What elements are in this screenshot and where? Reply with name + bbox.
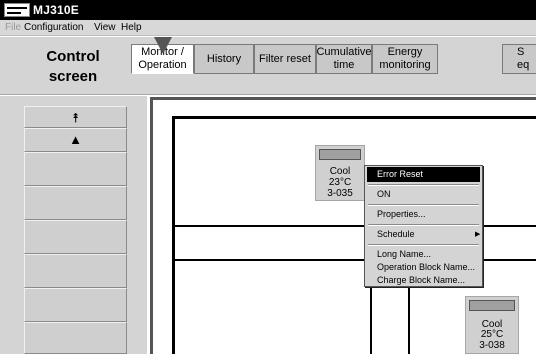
tab-label-line1: Energy bbox=[387, 46, 423, 58]
control-screen-line2: screen bbox=[48, 68, 98, 85]
tab-energy-monitoring[interactable]: Energy monitoring bbox=[372, 44, 438, 74]
menu-help[interactable]: Help bbox=[121, 20, 142, 36]
tab-label-line1: S bbox=[517, 46, 525, 58]
tab-label-line2: eq bbox=[517, 59, 530, 71]
scroll-top-button[interactable]: ⯭ bbox=[24, 106, 127, 128]
app-icon bbox=[4, 3, 30, 17]
unit-id: 3-038 bbox=[479, 340, 505, 351]
window-title: MJ310E bbox=[33, 3, 79, 17]
active-tab-pointer-icon bbox=[154, 37, 172, 54]
side-slot-6[interactable] bbox=[24, 322, 127, 354]
ctx-separator bbox=[368, 244, 479, 246]
menu-bar: File Configuration View Help bbox=[0, 20, 536, 36]
context-menu: Error Reset ON Properties... Schedule ▶ … bbox=[364, 165, 483, 287]
submenu-arrow-icon: ▶ bbox=[475, 231, 481, 238]
ctx-separator bbox=[368, 224, 479, 226]
ctx-schedule[interactable]: Schedule ▶ bbox=[367, 227, 480, 242]
tab-filter-reset[interactable]: Filter reset bbox=[254, 44, 316, 74]
ctx-error-reset[interactable]: Error Reset bbox=[367, 167, 480, 182]
floor-plan-wall bbox=[172, 116, 536, 119]
side-slot-4[interactable] bbox=[24, 254, 127, 288]
side-slot-3[interactable] bbox=[24, 220, 127, 254]
ctx-separator bbox=[368, 204, 479, 206]
tab-label-line2: Operation bbox=[138, 59, 187, 71]
unit-status-bar bbox=[469, 300, 515, 311]
tab-label: Filter reset bbox=[259, 52, 311, 65]
tab-partial[interactable]: Seq bbox=[502, 44, 536, 74]
tab-label-line2: monitoring bbox=[379, 59, 431, 71]
menu-view[interactable]: View bbox=[94, 20, 116, 36]
control-screen-title: Control screen bbox=[28, 47, 118, 87]
scroll-up-button[interactable]: ▲ bbox=[24, 128, 127, 152]
indoor-unit[interactable]: Cool 25°C 3-038 bbox=[465, 296, 519, 354]
menu-configuration[interactable]: Configuration bbox=[24, 20, 83, 36]
tab-history[interactable]: History bbox=[194, 44, 254, 74]
unit-temperature: 23°C bbox=[328, 177, 352, 188]
ctx-properties[interactable]: Properties... bbox=[367, 207, 480, 222]
header-bar: Control screen Monitor / Operation Histor… bbox=[0, 37, 536, 95]
ctx-schedule-label: Schedule bbox=[377, 229, 415, 239]
ctx-on[interactable]: ON bbox=[367, 187, 480, 202]
unit-temperature: 25°C bbox=[480, 329, 504, 340]
tab-label-line1: Cumulative bbox=[316, 46, 372, 58]
side-slot-5[interactable] bbox=[24, 288, 127, 322]
side-slot-1[interactable] bbox=[24, 152, 127, 186]
side-slot-2[interactable] bbox=[24, 186, 127, 220]
unit-mode: Cool bbox=[329, 166, 351, 177]
tab-label-line2: time bbox=[333, 59, 355, 71]
ctx-separator bbox=[368, 184, 479, 186]
up-arrow-icon: ▲ bbox=[69, 132, 82, 147]
indoor-unit[interactable]: Cool 23°C 3-035 bbox=[315, 145, 365, 201]
ctx-charge-block-name[interactable]: Charge Block Name... bbox=[367, 273, 480, 288]
unit-id: 3-035 bbox=[327, 188, 353, 199]
floor-plan-wall bbox=[172, 116, 175, 354]
tab-cumulative-time[interactable]: Cumulative time bbox=[316, 44, 372, 74]
title-bar: MJ310E bbox=[0, 0, 536, 20]
control-screen-line1: Control bbox=[46, 48, 100, 65]
tab-label: History bbox=[206, 52, 242, 65]
menu-file[interactable]: File bbox=[5, 20, 21, 36]
unit-status-bar bbox=[319, 149, 361, 160]
